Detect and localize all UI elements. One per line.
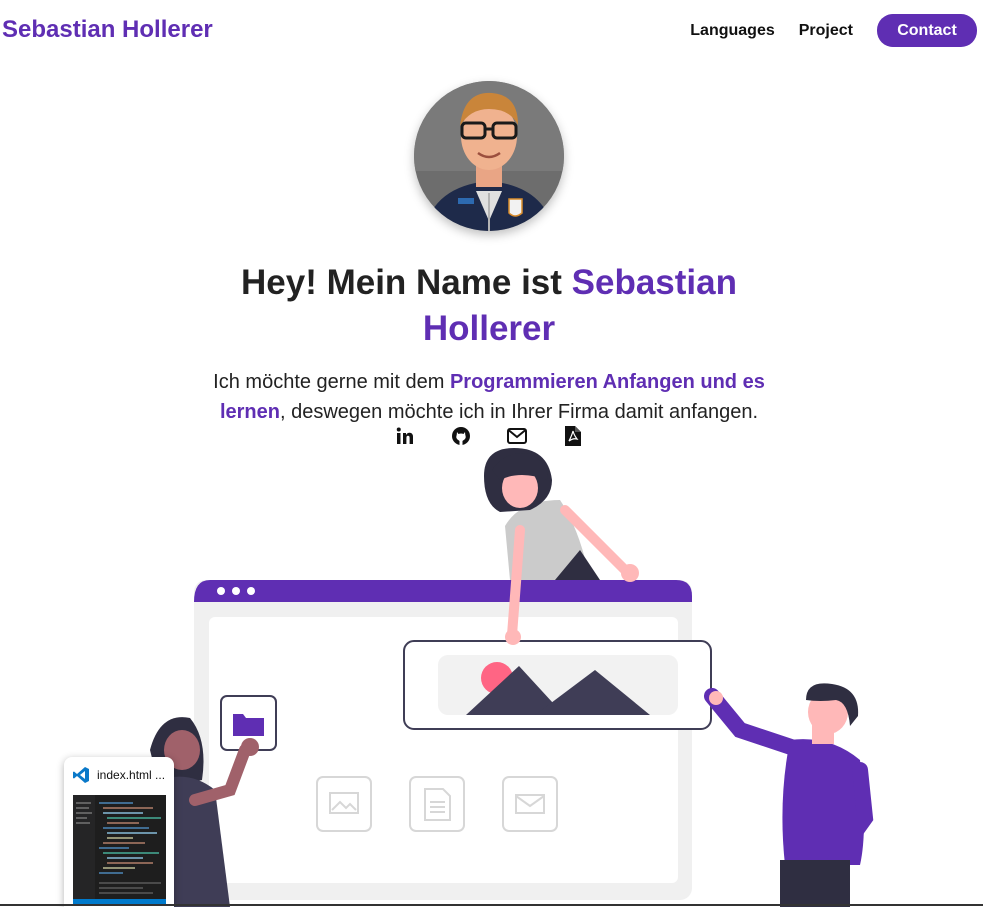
editor-thumbnail [73,795,166,905]
intro-prefix: Ich möchte gerne mit dem [213,371,450,393]
portrait-image [414,81,564,231]
image-card-graphic [403,640,712,730]
profile-photo [414,81,564,231]
brand-logo[interactable]: Sebastian Hollerer [2,16,213,44]
nav-project[interactable]: Project [799,22,853,40]
headline-prefix: Hey! Mein Name ist [240,263,572,302]
vscode-icon [72,766,90,789]
contact-button[interactable]: Contact [877,14,977,47]
man-figure-right [704,683,874,907]
hero-intro: Ich möchte gerne mit dem Programmieren A… [190,367,788,427]
main-nav: Languages Project Contact [690,14,977,47]
hero-headline: Hey! Mein Name ist Sebastian Hollerer [200,260,778,352]
nav-languages[interactable]: Languages [690,22,774,40]
preview-title: index.html ... [97,768,166,782]
intro-suffix: , deswegen möchte ich in Ihrer Firma dam… [280,401,759,423]
taskbar-preview-card[interactable]: index.html ... [64,757,174,907]
bottom-divider [0,904,983,906]
